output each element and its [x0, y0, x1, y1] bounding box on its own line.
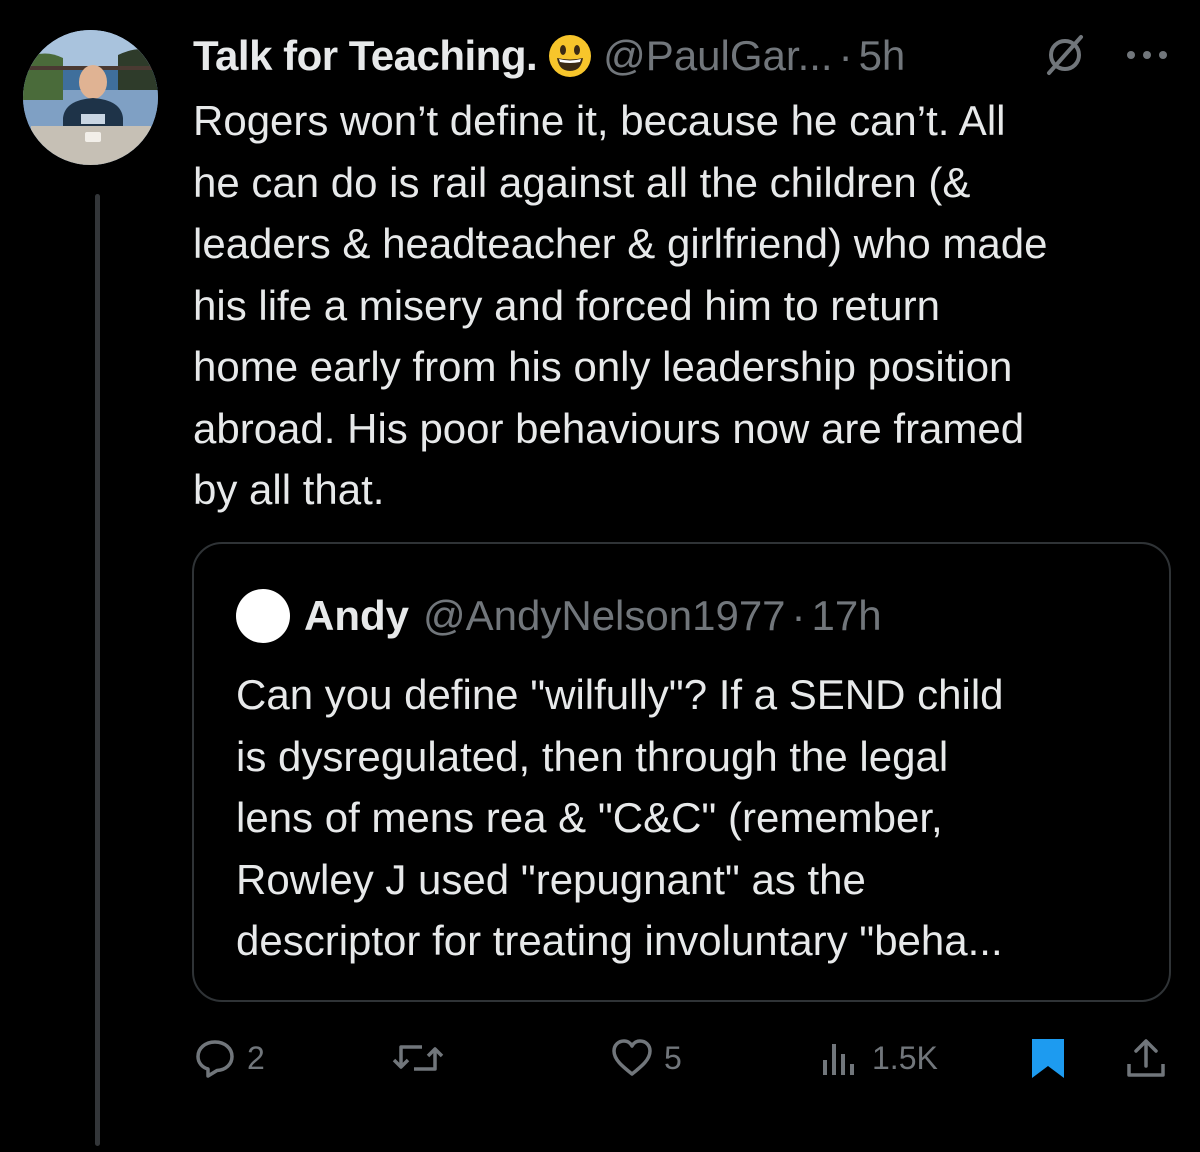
tweet-time[interactable]: 5h: [859, 32, 906, 80]
share-button[interactable]: [1124, 1028, 1168, 1088]
views-count: 1.5K: [872, 1039, 938, 1076]
author-name[interactable]: Talk for Teaching.: [193, 32, 538, 80]
more-icon[interactable]: [1122, 40, 1172, 70]
views-icon: [823, 1044, 854, 1075]
reply-button[interactable]: 2: [193, 1028, 265, 1088]
avatar-photo: [23, 30, 158, 165]
grok-icon[interactable]: [1040, 30, 1090, 80]
like-icon: [612, 1039, 652, 1076]
tweet-header: Talk for Teaching. @PaulGar... · 5h: [193, 28, 905, 84]
reply-icon: [196, 1040, 234, 1078]
separator-dot: ·: [838, 32, 853, 79]
repost-button[interactable]: [392, 1028, 454, 1088]
quoted-header: Andy @AndyNelson1977 · 17h: [236, 589, 882, 643]
like-button[interactable]: 5: [610, 1028, 682, 1088]
author-avatar[interactable]: [23, 30, 158, 165]
thread-line: [95, 194, 100, 1146]
bookmark-icon: [1032, 1039, 1064, 1078]
share-icon: [1127, 1039, 1165, 1077]
bookmark-button[interactable]: [1026, 1028, 1070, 1088]
quoted-time: 17h: [811, 592, 882, 639]
quoted-handle: @AndyNelson1977: [423, 592, 786, 639]
quoted-separator-dot: ·: [791, 592, 806, 639]
quoted-tweet[interactable]: Andy @AndyNelson1977 · 17h Can you defin…: [192, 542, 1171, 1002]
views-button[interactable]: 1.5K: [818, 1028, 938, 1088]
repost-icon: [392, 1045, 444, 1071]
reply-count: 2: [247, 1039, 265, 1076]
tweet-text: Rogers won’t define it, because he can’t…: [193, 97, 1048, 513]
quoted-avatar: [236, 589, 290, 643]
grinning-face-emoji: [549, 35, 592, 77]
quoted-text: Can you define "wilfully"? If a SEND chi…: [236, 671, 1004, 964]
quoted-author-name: Andy: [304, 592, 409, 639]
action-bar: 2 5 1.5K: [0, 1028, 1200, 1088]
author-handle[interactable]: @PaulGar...: [603, 32, 832, 80]
like-count: 5: [664, 1039, 682, 1076]
